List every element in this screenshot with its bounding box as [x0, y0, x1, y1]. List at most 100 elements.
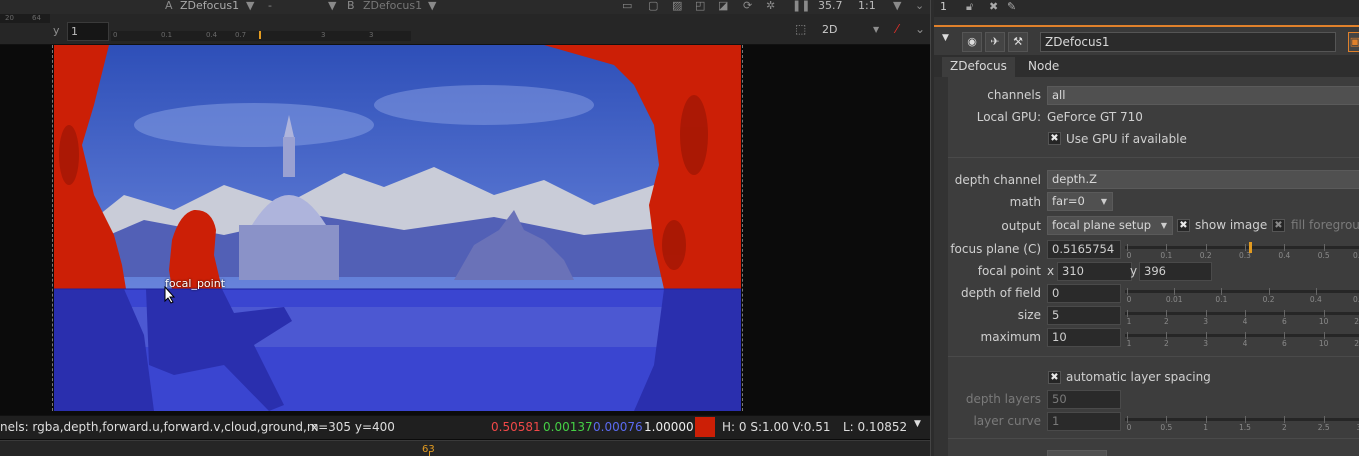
maximum-input[interactable]: 10	[1047, 328, 1121, 347]
roi-icon[interactable]: ◰	[695, 0, 705, 12]
slider-tick-label: 3	[1203, 317, 1209, 326]
mouse-cursor-icon	[164, 286, 176, 304]
chevron-down-icon: ▼	[428, 0, 437, 12]
depth-channel-label: depth channel	[954, 173, 1041, 187]
maximum-slider[interactable]: 1 2 3 4 6 10 20	[1125, 327, 1359, 349]
bird-icon[interactable]: ✈	[985, 32, 1005, 52]
tab-node[interactable]: Node	[1020, 57, 1067, 77]
slider-tick	[1166, 416, 1168, 423]
slider-tick	[1166, 244, 1168, 251]
wrench-icon[interactable]: ⚒	[1008, 32, 1028, 52]
a-input-dropdown[interactable]: ZDefocus1	[180, 0, 239, 12]
viewer-input-bar: A ZDefocus1 ▼ - ▼ B ZDefocus1 ▼ ▭ ▢ ▨ ◰ …	[0, 0, 930, 14]
lock-icon[interactable]: 🔓︎	[966, 0, 973, 14]
tab-zdefocus[interactable]: ZDefocus	[942, 57, 1015, 77]
chevron-down-icon: ▼	[873, 25, 880, 34]
slider-tick	[1127, 310, 1128, 317]
pencil-icon[interactable]: ✎	[1007, 0, 1016, 13]
slider-tick-label: 1	[1203, 423, 1209, 432]
gamma-ruler[interactable]: 0 0.1 0.4 0.7 3 3	[111, 31, 411, 41]
roi-select-icon[interactable]: ⬚	[795, 22, 806, 36]
automatic-layer-spacing-checkbox[interactable]: ✖	[1048, 371, 1061, 384]
timeline-playhead[interactable]	[429, 451, 430, 456]
gamma-input[interactable]: 1	[67, 22, 109, 41]
gain-ruler[interactable]: 20 64	[0, 14, 50, 23]
gear-icon[interactable]: ✲	[766, 0, 775, 12]
math-dropdown[interactable]: far=0 ▼	[1047, 192, 1113, 211]
collapse-icon[interactable]: ⌄	[915, 22, 925, 36]
math-label: math	[1009, 195, 1041, 209]
pause-icon[interactable]: ❚❚	[792, 0, 810, 12]
slider-tick-label: 1	[1126, 317, 1132, 326]
chevron-down-icon: ▼	[328, 0, 337, 12]
focal-point-y-input[interactable]: 396	[1139, 262, 1212, 281]
slider-tick-label: 2	[1281, 423, 1287, 432]
output-label: output	[1001, 219, 1041, 233]
slider-tick-label: 0.4	[1309, 295, 1322, 304]
chevron-down-icon: ▼	[893, 0, 902, 12]
zoom-value[interactable]: 35.7	[818, 0, 843, 12]
format-edge-right	[742, 45, 743, 411]
slider-handle[interactable]	[1248, 242, 1252, 253]
depth-of-field-slider[interactable]: 0 0.01 0.1 0.2 0.4 0.6	[1125, 283, 1359, 305]
view-mode-dropdown[interactable]: 2D	[822, 23, 837, 36]
slider-tick-label: 3	[1203, 339, 1209, 348]
size-input[interactable]: 5	[1047, 306, 1121, 325]
focus-plane-slider[interactable]: 00.10.20.30.40.50.6	[1125, 239, 1359, 261]
slider-tick-label: 0	[1126, 295, 1132, 304]
view-node-icon[interactable]: ◉	[962, 32, 982, 52]
scale-dropdown[interactable]: 1:1	[858, 0, 876, 12]
viewer-controls-bar: 20 64 y 1 0 0.1 0.4 0.7 3 3 ⬚ 2D ▼ ⁄ ⌄	[0, 14, 930, 45]
cursor-coords: x=305 y=400	[311, 420, 395, 434]
focus-plane-label: focus plane (C)	[950, 242, 1041, 256]
slider-tick	[1323, 416, 1325, 423]
chevron-down-icon[interactable]: ▼	[914, 419, 921, 429]
slider-tick	[1284, 244, 1286, 251]
paint-brush-icon[interactable]: ⁄	[896, 22, 898, 36]
alpha-value: 1.00000	[644, 420, 694, 434]
layer-curve-slider[interactable]: 00.511.522.53	[1125, 411, 1359, 433]
depth-channel-dropdown[interactable]: depth.Z	[1047, 170, 1359, 189]
next-knob-dropdown[interactable]	[1047, 450, 1107, 456]
channels-dropdown[interactable]: all	[1047, 86, 1359, 105]
focal-point-label: focal point	[977, 264, 1041, 278]
size-slider[interactable]: 1 2 3 4 6 10 20	[1125, 305, 1359, 327]
slider-tick	[1166, 332, 1168, 339]
timeline-bar[interactable]: 63	[0, 440, 930, 456]
show-image-checkbox[interactable]: ✖	[1177, 219, 1190, 232]
slider-tick	[1127, 288, 1128, 295]
slider-tick	[1127, 332, 1128, 339]
focal-point-x-input[interactable]: 310	[1057, 262, 1132, 281]
collapse-triangle-icon[interactable]: ▼	[942, 33, 949, 43]
slider-tick	[1245, 332, 1246, 339]
fill-foreground-checkbox[interactable]: ✖	[1272, 219, 1285, 232]
red-value: 0.50581	[491, 420, 541, 434]
window-icon[interactable]: ▢	[648, 0, 658, 12]
slider-track[interactable]	[1125, 290, 1359, 293]
close-all-icon[interactable]: ✖	[989, 0, 998, 13]
compare-operation-dropdown[interactable]: -	[268, 0, 272, 12]
pixel-info-bar: nels: rgba,depth,forward.u,forward.v,clo…	[0, 415, 930, 439]
use-gpu-checkbox[interactable]: ✖	[1048, 132, 1061, 145]
stripes-icon[interactable]: ▨	[672, 0, 682, 12]
layer-curve-input[interactable]: 1	[1047, 412, 1121, 431]
collapse-icon[interactable]: ⌄	[915, 0, 924, 12]
output-dropdown[interactable]: focal plane setup ▼	[1047, 216, 1173, 235]
max-panels-field[interactable]: 1	[940, 0, 947, 13]
node-color-button[interactable]: ▣	[1348, 32, 1359, 52]
y-label: y	[53, 24, 60, 37]
b-input-dropdown[interactable]: ZDefocus1	[363, 0, 422, 12]
gamma-handle[interactable]	[259, 31, 261, 39]
slider-tick	[1205, 244, 1207, 251]
node-name-field[interactable]: ZDefocus1	[1040, 32, 1336, 52]
slider-tick-label: 0.1	[1215, 295, 1228, 304]
layers-icon[interactable]: ◪	[718, 0, 728, 12]
focus-plane-input[interactable]: 0.5165754	[1047, 240, 1121, 259]
depth-of-field-input[interactable]: 0	[1047, 284, 1121, 303]
slider-tick-label: 4	[1242, 317, 1248, 326]
depth-layers-input[interactable]: 50	[1047, 390, 1121, 409]
viewer-image[interactable]	[54, 45, 741, 411]
slider-tick	[1245, 310, 1246, 317]
refresh-icon[interactable]: ⟳	[743, 0, 752, 12]
wipe-icon[interactable]: ▭	[622, 0, 632, 12]
